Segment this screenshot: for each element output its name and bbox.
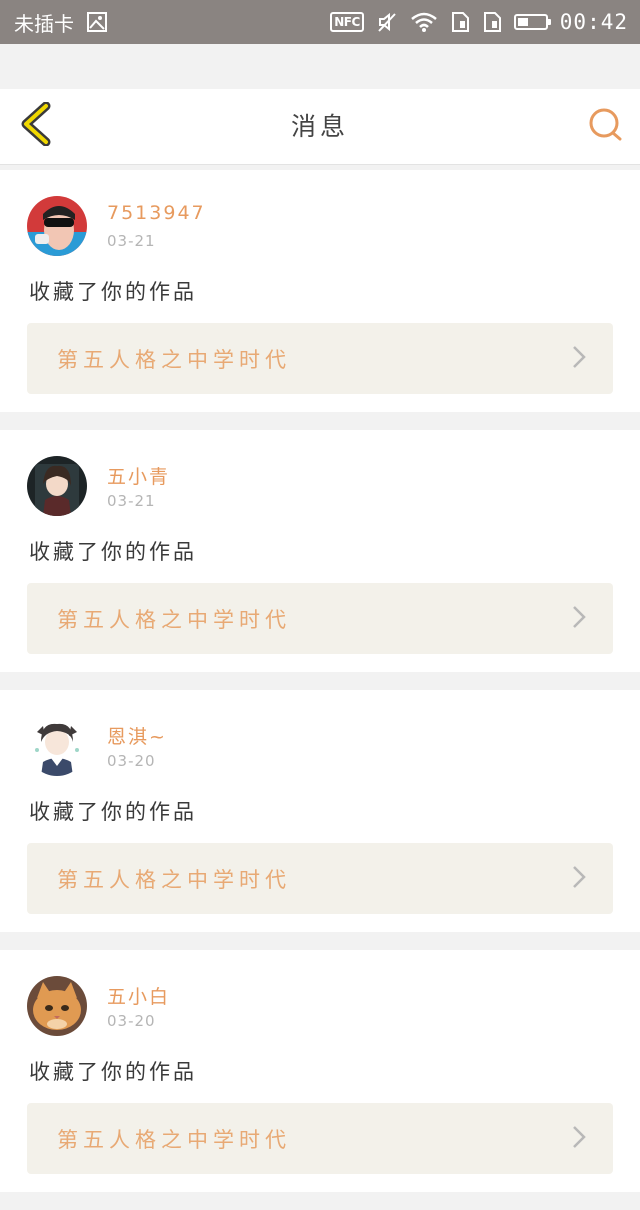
- app-header: 消息: [0, 89, 640, 165]
- message-date: 03-20: [107, 1012, 156, 1030]
- work-title: 第五人格之中学时代: [57, 347, 291, 372]
- nfc-icon: NFC: [330, 12, 364, 32]
- message-card: 五小白 03-20 收藏了你的作品 第五人格之中学时代: [0, 950, 640, 1192]
- page-title: 消息: [290, 112, 349, 141]
- wifi-icon: [410, 11, 438, 33]
- work-link[interactable]: 第五人格之中学时代: [27, 1103, 613, 1174]
- action-text: 收藏了你的作品: [29, 800, 197, 824]
- message-date: 03-21: [107, 492, 156, 510]
- avatar[interactable]: [27, 976, 87, 1036]
- work-link[interactable]: 第五人格之中学时代: [27, 323, 613, 394]
- battery-icon: [513, 14, 551, 30]
- action-text: 收藏了你的作品: [29, 280, 197, 304]
- back-button[interactable]: [10, 101, 60, 151]
- message-date: 03-21: [107, 232, 156, 250]
- work-link[interactable]: 第五人格之中学时代: [27, 583, 613, 654]
- message-card: 7513947 03-21 收藏了你的作品 第五人格之中学时代: [0, 170, 640, 412]
- work-title: 第五人格之中学时代: [57, 1127, 291, 1152]
- carrier-text: 未插卡: [14, 11, 74, 36]
- chevron-right-icon: [571, 1124, 587, 1154]
- status-right: NFC 00:42: [330, 10, 628, 34]
- clock: 00:42: [559, 10, 628, 34]
- sim-1-icon: [450, 11, 470, 33]
- username[interactable]: 恩淇~: [107, 722, 167, 749]
- avatar[interactable]: [27, 456, 87, 516]
- username[interactable]: 五小青: [107, 462, 170, 489]
- message-card: 五小青 03-21 收藏了你的作品 第五人格之中学时代: [0, 430, 640, 672]
- username[interactable]: 五小白: [107, 982, 170, 1009]
- chevron-right-icon: [571, 604, 587, 634]
- image-notification-icon: [86, 11, 108, 33]
- avatar[interactable]: [27, 716, 87, 776]
- chevron-right-icon: [571, 864, 587, 894]
- search-icon: [587, 106, 625, 148]
- message-card: 恩淇~ 03-20 收藏了你的作品 第五人格之中学时代: [0, 690, 640, 932]
- chevron-right-icon: [571, 344, 587, 374]
- message-list: 7513947 03-21 收藏了你的作品 第五人格之中学时代 五小青 03-2…: [0, 170, 640, 1210]
- status-left: 未插卡: [14, 8, 108, 37]
- chevron-left-icon: [18, 101, 52, 150]
- sim-2-icon: [482, 11, 502, 33]
- username[interactable]: 7513947: [107, 202, 206, 224]
- message-date: 03-20: [107, 752, 156, 770]
- mute-icon: [376, 11, 398, 33]
- action-text: 收藏了你的作品: [29, 1060, 197, 1084]
- work-link[interactable]: 第五人格之中学时代: [27, 843, 613, 914]
- work-title: 第五人格之中学时代: [57, 867, 291, 892]
- battery-level-fill: [517, 18, 529, 26]
- avatar[interactable]: [27, 196, 87, 256]
- action-text: 收藏了你的作品: [29, 540, 197, 564]
- status-bar: 未插卡 NFC 00:42: [0, 0, 640, 44]
- search-button[interactable]: [582, 103, 630, 151]
- work-title: 第五人格之中学时代: [57, 607, 291, 632]
